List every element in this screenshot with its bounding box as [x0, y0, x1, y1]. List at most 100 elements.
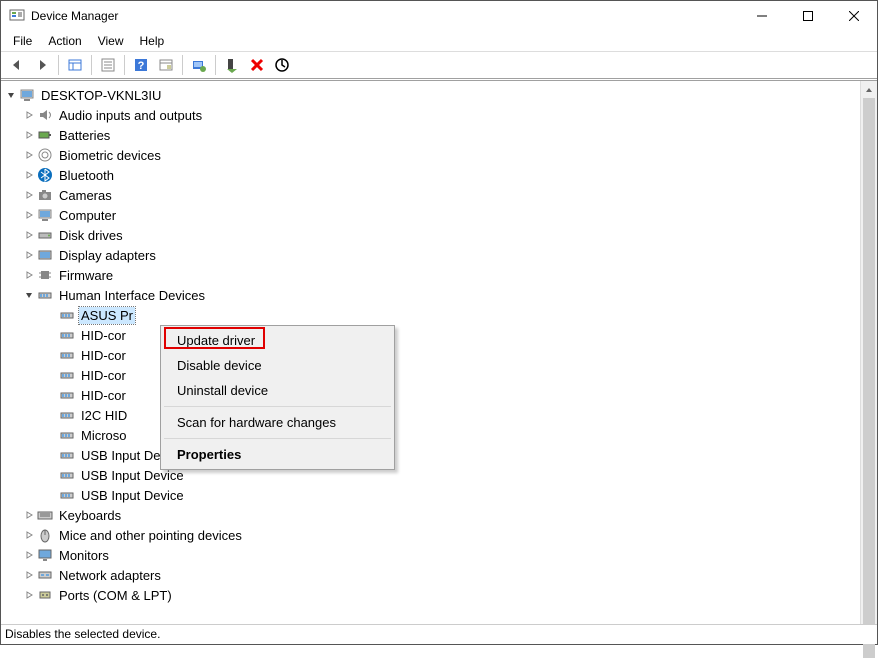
tree-item-display[interactable]: Display adapters	[1, 245, 860, 265]
hid-device-icon	[59, 447, 75, 463]
tree-item-mice[interactable]: Mice and other pointing devices	[1, 525, 860, 545]
chevron-right-icon[interactable]	[23, 569, 35, 581]
scan-button[interactable]	[270, 53, 294, 77]
maximize-button[interactable]	[785, 1, 831, 31]
context-scan-hardware[interactable]: Scan for hardware changes	[163, 410, 392, 435]
tree-label: ASUS Pr	[79, 307, 135, 324]
tree-item-ports[interactable]: Ports (COM & LPT)	[1, 585, 860, 605]
spacer	[45, 469, 57, 481]
tree-item-hid-child[interactable]: ASUS Pr	[1, 305, 860, 325]
tree-item-hid-child[interactable]: USB Input Device	[1, 485, 860, 505]
scroll-thumb[interactable]	[863, 98, 875, 658]
context-update-driver[interactable]: Update driver	[163, 328, 392, 353]
tree-label: HID-cor	[79, 367, 128, 384]
scroll-up-icon[interactable]	[861, 81, 877, 98]
chevron-down-icon[interactable]	[5, 89, 17, 101]
tree-item-audio[interactable]: Audio inputs and outputs	[1, 105, 860, 125]
tree-item-hid-child[interactable]: USB Input Device	[1, 465, 860, 485]
tree-item-cameras[interactable]: Cameras	[1, 185, 860, 205]
chevron-right-icon[interactable]	[23, 229, 35, 241]
context-disable-device[interactable]: Disable device	[163, 353, 392, 378]
tree-label: Cameras	[57, 187, 114, 204]
chevron-right-icon[interactable]	[23, 189, 35, 201]
menu-view[interactable]: View	[90, 32, 132, 50]
tree-label: HID-cor	[79, 347, 128, 364]
show-hide-tree-button[interactable]	[63, 53, 87, 77]
tree-item-hid-child[interactable]: Microso	[1, 425, 860, 445]
tree-item-hid-child[interactable]: HID-cor	[1, 385, 860, 405]
close-button[interactable]	[831, 1, 877, 31]
chevron-right-icon[interactable]	[23, 209, 35, 221]
help-button[interactable]: ?	[129, 53, 153, 77]
titlebar: Device Manager	[1, 1, 877, 31]
hid-device-icon	[59, 327, 75, 343]
tree-item-batteries[interactable]: Batteries	[1, 125, 860, 145]
tree-item-network[interactable]: Network adapters	[1, 565, 860, 585]
chevron-right-icon[interactable]	[23, 529, 35, 541]
tree-item-disks[interactable]: Disk drives	[1, 225, 860, 245]
tree-label: USB Input Device	[79, 487, 186, 504]
tree-label: Microso	[79, 427, 129, 444]
tree-item-firmware[interactable]: Firmware	[1, 265, 860, 285]
scroll-track[interactable]	[861, 98, 877, 607]
back-button[interactable]	[5, 53, 29, 77]
device-tree[interactable]: DESKTOP-VKNL3IU Audio inputs and outputs…	[1, 81, 860, 624]
svg-text:?: ?	[138, 60, 145, 72]
context-properties[interactable]: Properties	[163, 442, 392, 467]
chevron-right-icon[interactable]	[23, 149, 35, 161]
chevron-right-icon[interactable]	[23, 549, 35, 561]
fingerprint-icon	[37, 147, 53, 163]
tree-label: Computer	[57, 207, 118, 224]
menu-action[interactable]: Action	[40, 32, 89, 50]
spacer	[45, 449, 57, 461]
toolbar-separator	[215, 55, 216, 75]
tree-item-hid-child[interactable]: HID-cor	[1, 345, 860, 365]
tree-item-bluetooth[interactable]: Bluetooth	[1, 165, 860, 185]
tree-item-biometric[interactable]: Biometric devices	[1, 145, 860, 165]
context-uninstall-device[interactable]: Uninstall device	[163, 378, 392, 403]
uninstall-button[interactable]	[245, 53, 269, 77]
tree-label: Keyboards	[57, 507, 123, 524]
tree-item-hid[interactable]: Human Interface Devices	[1, 285, 860, 305]
battery-icon	[37, 127, 53, 143]
camera-icon	[37, 187, 53, 203]
tree-root[interactable]: DESKTOP-VKNL3IU	[1, 85, 860, 105]
hid-device-icon	[59, 487, 75, 503]
chevron-right-icon[interactable]	[23, 129, 35, 141]
tree-item-computer[interactable]: Computer	[1, 205, 860, 225]
forward-button[interactable]	[30, 53, 54, 77]
tree-item-hid-child[interactable]: I2C HID	[1, 405, 860, 425]
tree-label: Audio inputs and outputs	[57, 107, 204, 124]
chip-icon	[37, 267, 53, 283]
status-text: Disables the selected device.	[5, 627, 160, 641]
chevron-down-icon[interactable]	[23, 289, 35, 301]
tree-item-monitors[interactable]: Monitors	[1, 545, 860, 565]
port-icon	[37, 587, 53, 603]
chevron-right-icon[interactable]	[23, 169, 35, 181]
context-separator	[164, 438, 391, 439]
chevron-right-icon[interactable]	[23, 249, 35, 261]
chevron-right-icon[interactable]	[23, 589, 35, 601]
tree-label: Human Interface Devices	[57, 287, 207, 304]
toolbar-separator	[91, 55, 92, 75]
tree-label: Monitors	[57, 547, 111, 564]
tree-item-hid-child[interactable]: USB Input Device	[1, 445, 860, 465]
menu-help[interactable]: Help	[132, 32, 173, 50]
tree-item-hid-child[interactable]: HID-cor	[1, 365, 860, 385]
update-driver-button[interactable]	[187, 53, 211, 77]
tree-item-keyboards[interactable]: Keyboards	[1, 505, 860, 525]
hid-device-icon	[59, 467, 75, 483]
enable-button[interactable]	[220, 53, 244, 77]
speaker-icon	[37, 107, 53, 123]
tree-label: Ports (COM & LPT)	[57, 587, 174, 604]
minimize-button[interactable]	[739, 1, 785, 31]
properties-button[interactable]	[96, 53, 120, 77]
action-button[interactable]	[154, 53, 178, 77]
vertical-scrollbar[interactable]	[860, 81, 877, 624]
chevron-right-icon[interactable]	[23, 269, 35, 281]
chevron-right-icon[interactable]	[23, 109, 35, 121]
menu-file[interactable]: File	[5, 32, 40, 50]
hid-device-icon	[59, 367, 75, 383]
tree-item-hid-child[interactable]: HID-cor	[1, 325, 860, 345]
chevron-right-icon[interactable]	[23, 509, 35, 521]
